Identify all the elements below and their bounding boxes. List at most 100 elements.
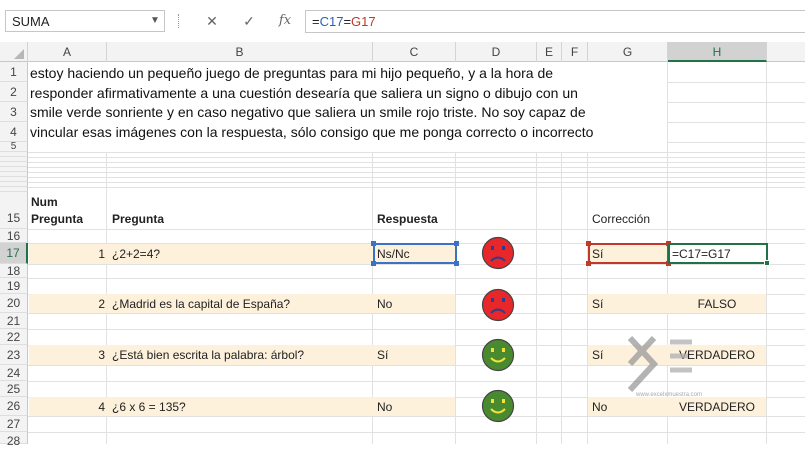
row-header-16[interactable]: 16 bbox=[0, 229, 28, 243]
col-header-g[interactable]: G bbox=[588, 42, 668, 62]
header-num-pregunta: Pregunta bbox=[31, 212, 84, 226]
formula-ref-c17: C17 bbox=[319, 14, 344, 29]
row-header-19[interactable]: 19 bbox=[0, 278, 28, 294]
smile-face-icon[interactable] bbox=[481, 389, 515, 423]
row-header-15[interactable]: 15 bbox=[0, 192, 28, 229]
col-header-i[interactable] bbox=[767, 42, 805, 62]
col-header-b[interactable]: B bbox=[107, 42, 373, 62]
gridline bbox=[28, 172, 805, 173]
row-header-1[interactable]: 1 bbox=[0, 62, 28, 82]
answer-cell[interactable]: No bbox=[377, 295, 392, 313]
gridline bbox=[667, 102, 805, 103]
gridline bbox=[667, 122, 805, 123]
row-header-18[interactable]: 18 bbox=[0, 264, 28, 278]
col-header-c[interactable]: C bbox=[373, 42, 456, 62]
range-handle[interactable] bbox=[371, 241, 376, 246]
row-header-4[interactable]: 4 bbox=[0, 122, 28, 142]
row-header-24[interactable]: 24 bbox=[0, 365, 28, 381]
gridline bbox=[667, 82, 805, 83]
formula-operator: = bbox=[343, 14, 352, 29]
range-handle[interactable] bbox=[454, 241, 459, 246]
gridline bbox=[28, 264, 805, 265]
gridline bbox=[28, 313, 805, 314]
question-text-line: smile verde sonriente y en caso negativo… bbox=[30, 104, 586, 120]
row-header-2[interactable]: 2 bbox=[0, 82, 28, 102]
row-header-27[interactable]: 27 bbox=[0, 416, 28, 432]
gridline bbox=[28, 162, 805, 163]
smile-face-icon[interactable] bbox=[481, 338, 515, 372]
formula-ref-g17: G17 bbox=[351, 14, 376, 29]
gridline bbox=[28, 187, 805, 188]
correct-cell: No bbox=[592, 400, 608, 414]
sad-face-icon[interactable] bbox=[481, 236, 515, 270]
range-handle[interactable] bbox=[586, 261, 591, 266]
question-label: ¿2+2=4? bbox=[112, 247, 161, 261]
active-cell-h17[interactable]: =C17=G17 bbox=[668, 243, 768, 264]
cancel-icon[interactable]: ✕ bbox=[200, 11, 224, 31]
select-all-icon bbox=[14, 49, 24, 59]
select-all-corner[interactable] bbox=[0, 42, 28, 62]
row-header-21[interactable]: 21 bbox=[0, 313, 28, 329]
question-text-line: estoy haciendo un pequeño juego de pregu… bbox=[30, 65, 554, 81]
col-header-a[interactable]: A bbox=[28, 42, 107, 62]
result-cell: VERDADERO bbox=[678, 400, 755, 414]
column-header-bar: A B C D E F G H bbox=[0, 42, 805, 62]
name-box-dropdown-icon[interactable]: ▼ bbox=[146, 12, 164, 30]
correct-cell-g17[interactable]: Sí bbox=[588, 243, 669, 264]
watermark-logo: www.excelxmuestra.com bbox=[627, 335, 702, 398]
question-number: 1 bbox=[98, 247, 105, 261]
row-header-26[interactable]: 26 bbox=[0, 397, 28, 416]
answer-cell[interactable]: No bbox=[377, 398, 392, 416]
question-label: ¿Madrid es la capital de España? bbox=[112, 297, 291, 311]
fill-handle[interactable] bbox=[764, 260, 770, 266]
question-text-line: responder afirmativamente a una cuestión… bbox=[30, 85, 578, 101]
gridline bbox=[28, 157, 805, 158]
result-cell: FALSO bbox=[697, 297, 737, 311]
watermark-text: www.excelxmuestra.com bbox=[635, 392, 702, 398]
gridline bbox=[28, 432, 805, 433]
range-handle[interactable] bbox=[586, 241, 591, 246]
row-header-25[interactable]: 25 bbox=[0, 381, 28, 397]
gridline bbox=[28, 229, 805, 230]
question-number: 2 bbox=[98, 297, 105, 311]
insert-function-icon[interactable]: fx bbox=[273, 11, 297, 31]
answer-cell-c17[interactable]: Ns/Nc bbox=[373, 243, 457, 264]
question-text-line: vincular esas imágenes con la respuesta,… bbox=[30, 124, 594, 140]
gridline bbox=[28, 416, 805, 417]
row-header-28[interactable]: 28 bbox=[0, 432, 28, 448]
row-header-20[interactable]: 20 bbox=[0, 294, 28, 313]
range-handle[interactable] bbox=[454, 261, 459, 266]
enter-icon[interactable]: ✓ bbox=[237, 11, 261, 31]
row-header-17[interactable]: 17 bbox=[0, 243, 28, 264]
col-header-f[interactable]: F bbox=[562, 42, 588, 62]
header-respuesta: Respuesta bbox=[377, 212, 438, 226]
col-header-h[interactable]: H bbox=[668, 42, 767, 62]
gridline bbox=[667, 142, 805, 143]
sad-face-icon[interactable] bbox=[481, 288, 515, 322]
header-pregunta: Pregunta bbox=[112, 212, 165, 226]
formula-bar-grip bbox=[178, 14, 181, 28]
gridline bbox=[28, 329, 805, 330]
gridline bbox=[28, 177, 805, 178]
range-handle[interactable] bbox=[371, 261, 376, 266]
correct-cell: Sí bbox=[592, 348, 604, 362]
correct-cell: Sí bbox=[592, 297, 604, 311]
question-label: ¿Está bien escrita la palabra: árbol? bbox=[112, 348, 305, 362]
merged-question-cell[interactable]: estoy haciendo un pequeño juego de pregu… bbox=[29, 62, 667, 152]
formula-operator: = bbox=[312, 14, 320, 29]
question-number: 3 bbox=[98, 348, 105, 362]
formula-input[interactable]: =C17=G17 bbox=[305, 10, 805, 33]
col-header-e[interactable]: E bbox=[537, 42, 562, 62]
answer-cell[interactable]: Sí bbox=[377, 346, 388, 364]
row-header-3[interactable]: 3 bbox=[0, 102, 28, 122]
col-header-d[interactable]: D bbox=[456, 42, 537, 62]
gridline bbox=[28, 278, 805, 279]
gridline bbox=[28, 152, 805, 153]
row-header-5[interactable]: 5 bbox=[0, 142, 28, 152]
row-header-22[interactable]: 22 bbox=[0, 329, 28, 345]
header-num: Num bbox=[31, 195, 58, 209]
name-box[interactable]: SUMA bbox=[5, 10, 165, 32]
question-number: 4 bbox=[98, 400, 105, 414]
question-label: ¿6 x 6 = 135? bbox=[112, 400, 186, 414]
row-header-23[interactable]: 23 bbox=[0, 345, 28, 365]
